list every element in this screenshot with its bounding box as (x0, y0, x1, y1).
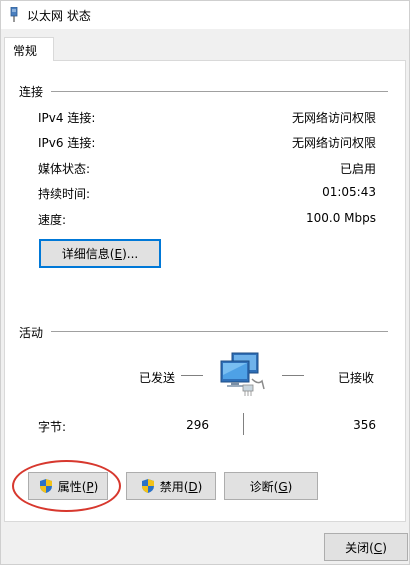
ipv4-value: 无网络访问权限 (291, 111, 376, 125)
duration-label: 持续时间: (38, 187, 91, 201)
received-line (282, 375, 304, 376)
ipv6-label: IPv6 连接: (38, 136, 96, 150)
bytes-sent-value: 296 (186, 418, 209, 432)
connection-divider (51, 91, 388, 92)
close-button[interactable]: 关闭(C) (324, 533, 408, 561)
status-dialog: 以太网 状态 常规 连接 IPv4 连接: 无网络访问权限 IPv6 连接: 无… (0, 0, 410, 565)
diagnose-button[interactable]: 诊断(G) (224, 472, 318, 500)
speed-value: 100.0 Mbps (305, 211, 376, 225)
window-title: 以太网 状态 (27, 9, 91, 23)
uac-shield-icon (141, 479, 154, 493)
ipv6-value: 无网络访问权限 (291, 136, 376, 150)
tab-general-label: 常规 (13, 44, 38, 58)
connection-section-title: 连接 (19, 85, 44, 99)
annotation-circle (12, 460, 121, 512)
bytes-divider (243, 413, 244, 435)
duration-value: 01:05:43 (322, 185, 376, 199)
ipv4-label: IPv4 连接: (38, 111, 96, 125)
sent-line (181, 375, 203, 376)
received-label: 已接收 (338, 371, 375, 385)
media-state-value: 已启用 (339, 162, 376, 176)
bytes-label: 字节: (38, 420, 67, 434)
network-computers-icon (220, 352, 265, 396)
activity-section-title: 活动 (19, 326, 44, 340)
title-bar[interactable]: 以太网 状态 (1, 1, 409, 29)
activity-divider (51, 331, 388, 332)
network-adapter-icon (10, 7, 18, 22)
bytes-received-value: 356 (353, 418, 376, 432)
media-state-label: 媒体状态: (38, 162, 91, 176)
speed-label: 速度: (38, 213, 67, 227)
tab-general[interactable]: 常规 (4, 37, 54, 61)
sent-label: 已发送 (139, 371, 176, 385)
disable-button[interactable]: 禁用(D) (126, 472, 216, 500)
general-panel (4, 60, 406, 522)
details-button[interactable]: 详细信息(E)... (39, 239, 161, 268)
